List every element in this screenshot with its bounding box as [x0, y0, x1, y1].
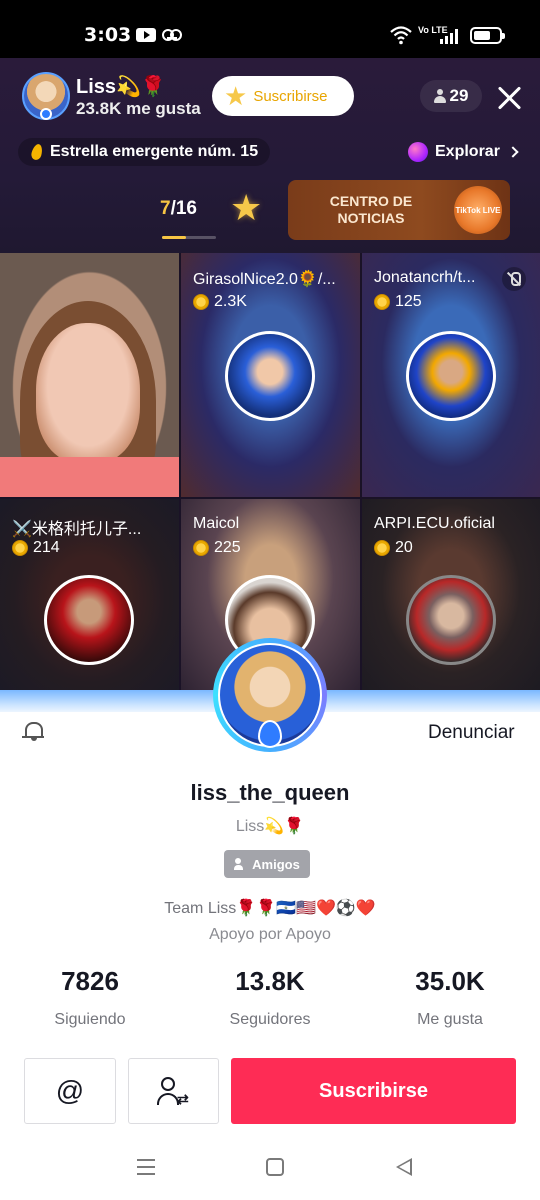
- guest-coins: 20: [374, 539, 413, 557]
- coin-icon: [12, 540, 28, 556]
- news-banner-text: CENTRO DE NOTICIAS: [329, 193, 413, 226]
- mic-off-icon: [502, 267, 526, 291]
- guest-grid: GirasolNice2.0🌻/... 2.3K Jonatancrh/t...…: [0, 253, 540, 698]
- status-time: 3:03: [84, 24, 132, 46]
- friend-switch-button[interactable]: ⇄: [128, 1058, 219, 1124]
- youtube-icon: [136, 28, 156, 42]
- guest-name: ARPI.ECU.oficial: [374, 515, 495, 532]
- stat-value: 7826: [61, 966, 119, 996]
- flame-icon: [30, 142, 44, 162]
- page-progress-fill: [162, 236, 186, 239]
- rank-pill[interactable]: Estrella emergente núm. 15: [18, 138, 271, 166]
- explore-orb-icon: [408, 142, 428, 162]
- friend-switch-icon-body: [157, 1093, 179, 1105]
- nav-menu-icon[interactable]: [137, 1159, 155, 1175]
- live-flame-icon: [258, 720, 282, 748]
- guest-tile[interactable]: ⚔️米格利托儿子... 214: [0, 499, 179, 698]
- guest-coins: 214: [12, 539, 60, 557]
- friends-label: Amigos: [252, 856, 300, 872]
- guest-coins: 225: [193, 539, 241, 557]
- star-icon[interactable]: ★: [230, 190, 262, 226]
- stat-label: Me gusta: [417, 1011, 483, 1028]
- page-total: /16: [170, 198, 197, 219]
- explore-button[interactable]: Explorar: [408, 138, 519, 166]
- system-nav-bar: [0, 1138, 540, 1200]
- subscribe-button-top[interactable]: ★ Suscribirse: [212, 76, 354, 116]
- voicemail-icon: [162, 29, 182, 41]
- live-header: Liss💫🌹 23.8K me gusta ★ Suscribirse 29 E…: [0, 58, 540, 253]
- guest-avatar: [225, 331, 315, 421]
- coin-count: 225: [214, 539, 241, 556]
- page-counter: 7/16: [160, 198, 197, 220]
- news-center-banner[interactable]: CENTRO DE NOTICIAS TikTok LIVE: [288, 180, 510, 240]
- stat-followers[interactable]: 13.8K Seguidores: [180, 966, 360, 1029]
- page-progress: [162, 236, 216, 239]
- stat-likes[interactable]: 35.0K Me gusta: [360, 966, 540, 1029]
- report-button[interactable]: Denunciar: [428, 722, 515, 744]
- guest-tile[interactable]: GirasolNice2.0🌻/... 2.3K: [181, 253, 360, 497]
- subscribe-label: Suscribirse: [253, 87, 328, 105]
- host-likes: 23.8K me gusta: [76, 99, 201, 118]
- coin-icon: [374, 294, 390, 310]
- rank-text: Estrella emergente núm. 15: [50, 143, 259, 160]
- tiktok-live-logo: TikTok LIVE: [454, 186, 502, 234]
- profile-bio-line2: Apoyo por Apoyo: [209, 926, 331, 943]
- subscribe-button[interactable]: Suscribirse: [231, 1058, 516, 1124]
- guest-coins: 125: [374, 293, 422, 311]
- coin-count: 2.3K: [214, 293, 247, 310]
- coin-count: 20: [395, 539, 413, 556]
- friends-icon: [234, 858, 248, 870]
- wifi-icon: [390, 26, 412, 45]
- viewer-count: 29: [449, 86, 469, 105]
- host-shirt: [0, 457, 179, 497]
- coin-icon: [374, 540, 390, 556]
- swap-arrows-icon: ⇄: [177, 1091, 189, 1107]
- stat-label: Siguiendo: [54, 1011, 126, 1028]
- profile-nickname: Liss💫🌹: [235, 818, 305, 835]
- profile-bio: Team Liss🌹🌹🇸🇻🇺🇸❤️⚽❤️: [164, 900, 376, 917]
- host-live-badge: [40, 108, 52, 120]
- host-face: [36, 323, 140, 463]
- guest-name: Jonatancrh/t...: [374, 269, 476, 286]
- stat-value: 13.8K: [235, 966, 305, 996]
- guest-coins: 2.3K: [193, 293, 247, 311]
- page-current: 7: [160, 198, 171, 219]
- explore-label: Explorar: [435, 143, 500, 160]
- coin-icon: [193, 294, 209, 310]
- signal-icon: [440, 28, 460, 44]
- viewer-count-button[interactable]: 29: [420, 80, 482, 112]
- friend-switch-icon: [161, 1077, 175, 1091]
- status-bar: 3:03 Vo LTE: [0, 0, 540, 58]
- guest-avatar: [406, 575, 496, 665]
- coin-count: 214: [33, 539, 60, 556]
- friends-badge: Amigos: [224, 850, 310, 878]
- guest-name: ⚔️米格利托儿子...: [12, 521, 142, 538]
- guest-avatar: [44, 575, 134, 665]
- person-icon: [433, 89, 446, 103]
- coin-count: 125: [395, 293, 422, 310]
- mention-button[interactable]: @: [24, 1058, 116, 1124]
- stat-following[interactable]: 7826 Siguiendo: [0, 966, 180, 1029]
- nav-home-icon[interactable]: [266, 1158, 284, 1176]
- battery-icon: [470, 27, 505, 44]
- coin-icon: [193, 540, 209, 556]
- stat-value: 35.0K: [415, 966, 485, 996]
- guest-name: Maicol: [193, 515, 240, 532]
- chevron-right-icon: [507, 146, 519, 158]
- profile-username: liss_the_queen: [190, 780, 350, 805]
- nav-back-icon[interactable]: [396, 1158, 412, 1176]
- guest-tile[interactable]: Jonatancrh/t... 125: [362, 253, 540, 497]
- host-name[interactable]: Liss💫🌹: [76, 74, 166, 99]
- guest-avatar: [406, 331, 496, 421]
- close-icon[interactable]: [496, 84, 524, 112]
- guest-tile[interactable]: ARPI.ECU.oficial 20: [362, 499, 540, 698]
- star-icon: ★: [224, 81, 248, 111]
- stat-label: Seguidores: [229, 1011, 311, 1028]
- guest-name: GirasolNice2.0🌻/...: [193, 271, 336, 288]
- host-video-tile[interactable]: [0, 253, 179, 497]
